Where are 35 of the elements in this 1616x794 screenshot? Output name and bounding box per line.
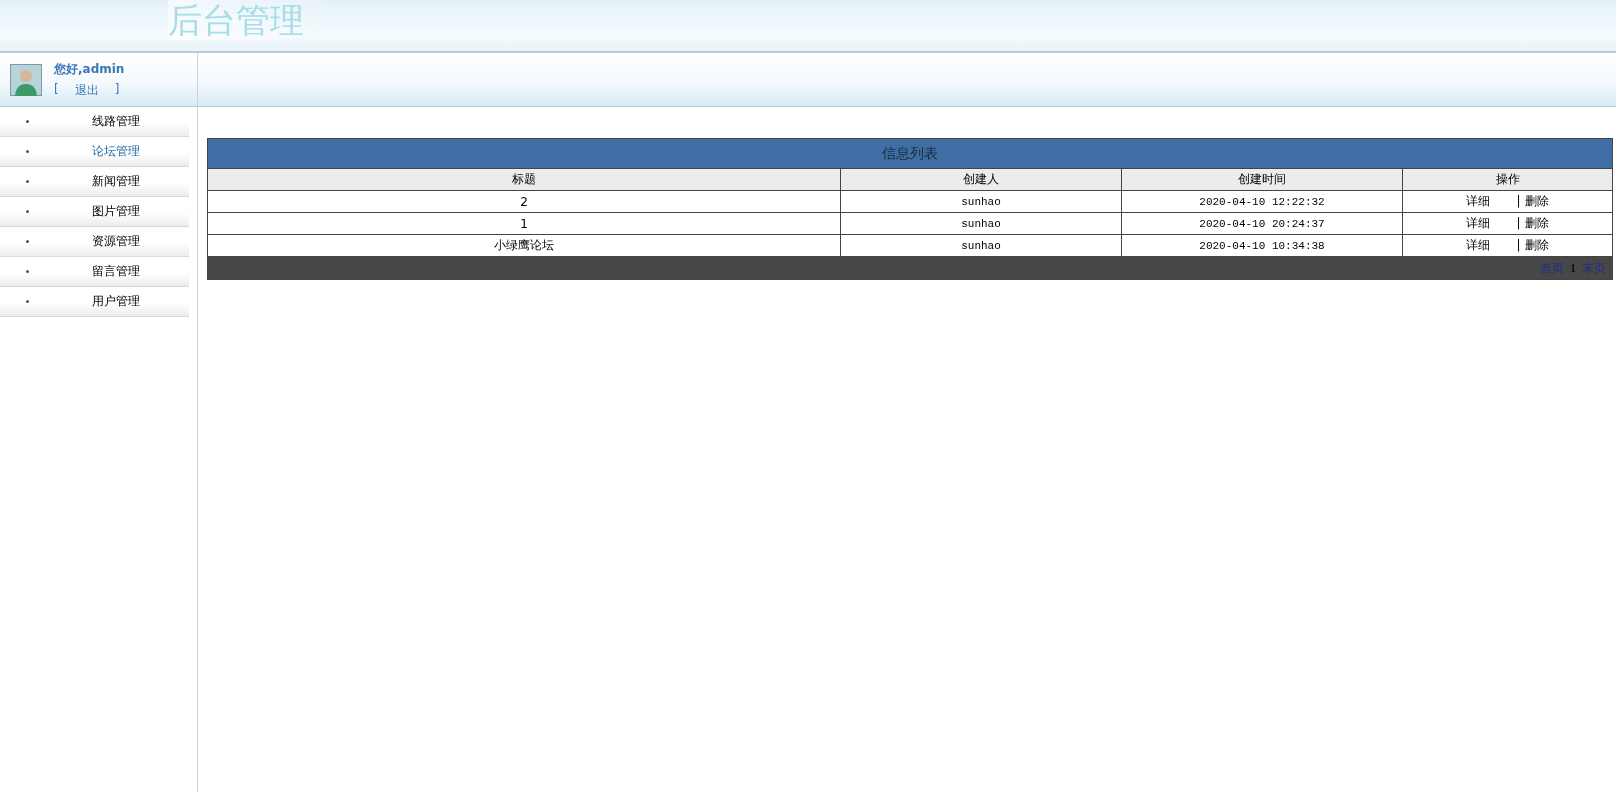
logout-link[interactable]: 退出 xyxy=(74,81,99,99)
detail-link[interactable]: 详细 xyxy=(1466,194,1491,208)
bracket-text: ] xyxy=(114,81,120,98)
table-cell: 2020-04-10 10:34:38 xyxy=(1121,234,1403,257)
column-header: 创建时间 xyxy=(1121,168,1403,191)
table-cell: 小绿鹰论坛 xyxy=(207,234,841,257)
column-header: 操作 xyxy=(1402,168,1613,191)
delete-link[interactable]: 删除 xyxy=(1524,194,1549,208)
bullet-icon xyxy=(26,300,29,303)
detail-link[interactable]: 详细 xyxy=(1466,216,1491,230)
delete-link[interactable]: 删除 xyxy=(1524,238,1549,252)
bullet-icon xyxy=(26,150,29,153)
detail-link[interactable]: 详细 xyxy=(1466,238,1491,252)
bullet-icon xyxy=(26,210,29,213)
bullet-icon xyxy=(26,180,29,183)
column-header: 标题 xyxy=(207,168,841,191)
bullet-icon xyxy=(26,240,29,243)
separator-text: | xyxy=(1516,238,1521,252)
table-cell: sunhao xyxy=(840,212,1122,235)
table-cell: 1 xyxy=(207,212,841,235)
delete-link[interactable]: 删除 xyxy=(1524,216,1549,230)
table-cell: 2 xyxy=(207,190,841,213)
bullet-icon xyxy=(26,120,29,123)
avatar-icon xyxy=(10,63,42,96)
table-cell: sunhao xyxy=(840,234,1122,257)
separator-text: | xyxy=(1516,194,1521,208)
column-header: 创建人 xyxy=(840,168,1122,191)
greeting-text: 您好,admin xyxy=(54,60,125,78)
table-cell: 2020-04-10 12:22:32 xyxy=(1121,190,1403,213)
bracket-text: [ xyxy=(54,81,59,98)
table-cell: sunhao xyxy=(840,190,1122,213)
table-title: 信息列表 xyxy=(207,138,1613,169)
table-cell: 2020-04-10 20:24:37 xyxy=(1121,212,1403,235)
separator-text: | xyxy=(1516,216,1521,230)
bullet-icon xyxy=(26,270,29,273)
